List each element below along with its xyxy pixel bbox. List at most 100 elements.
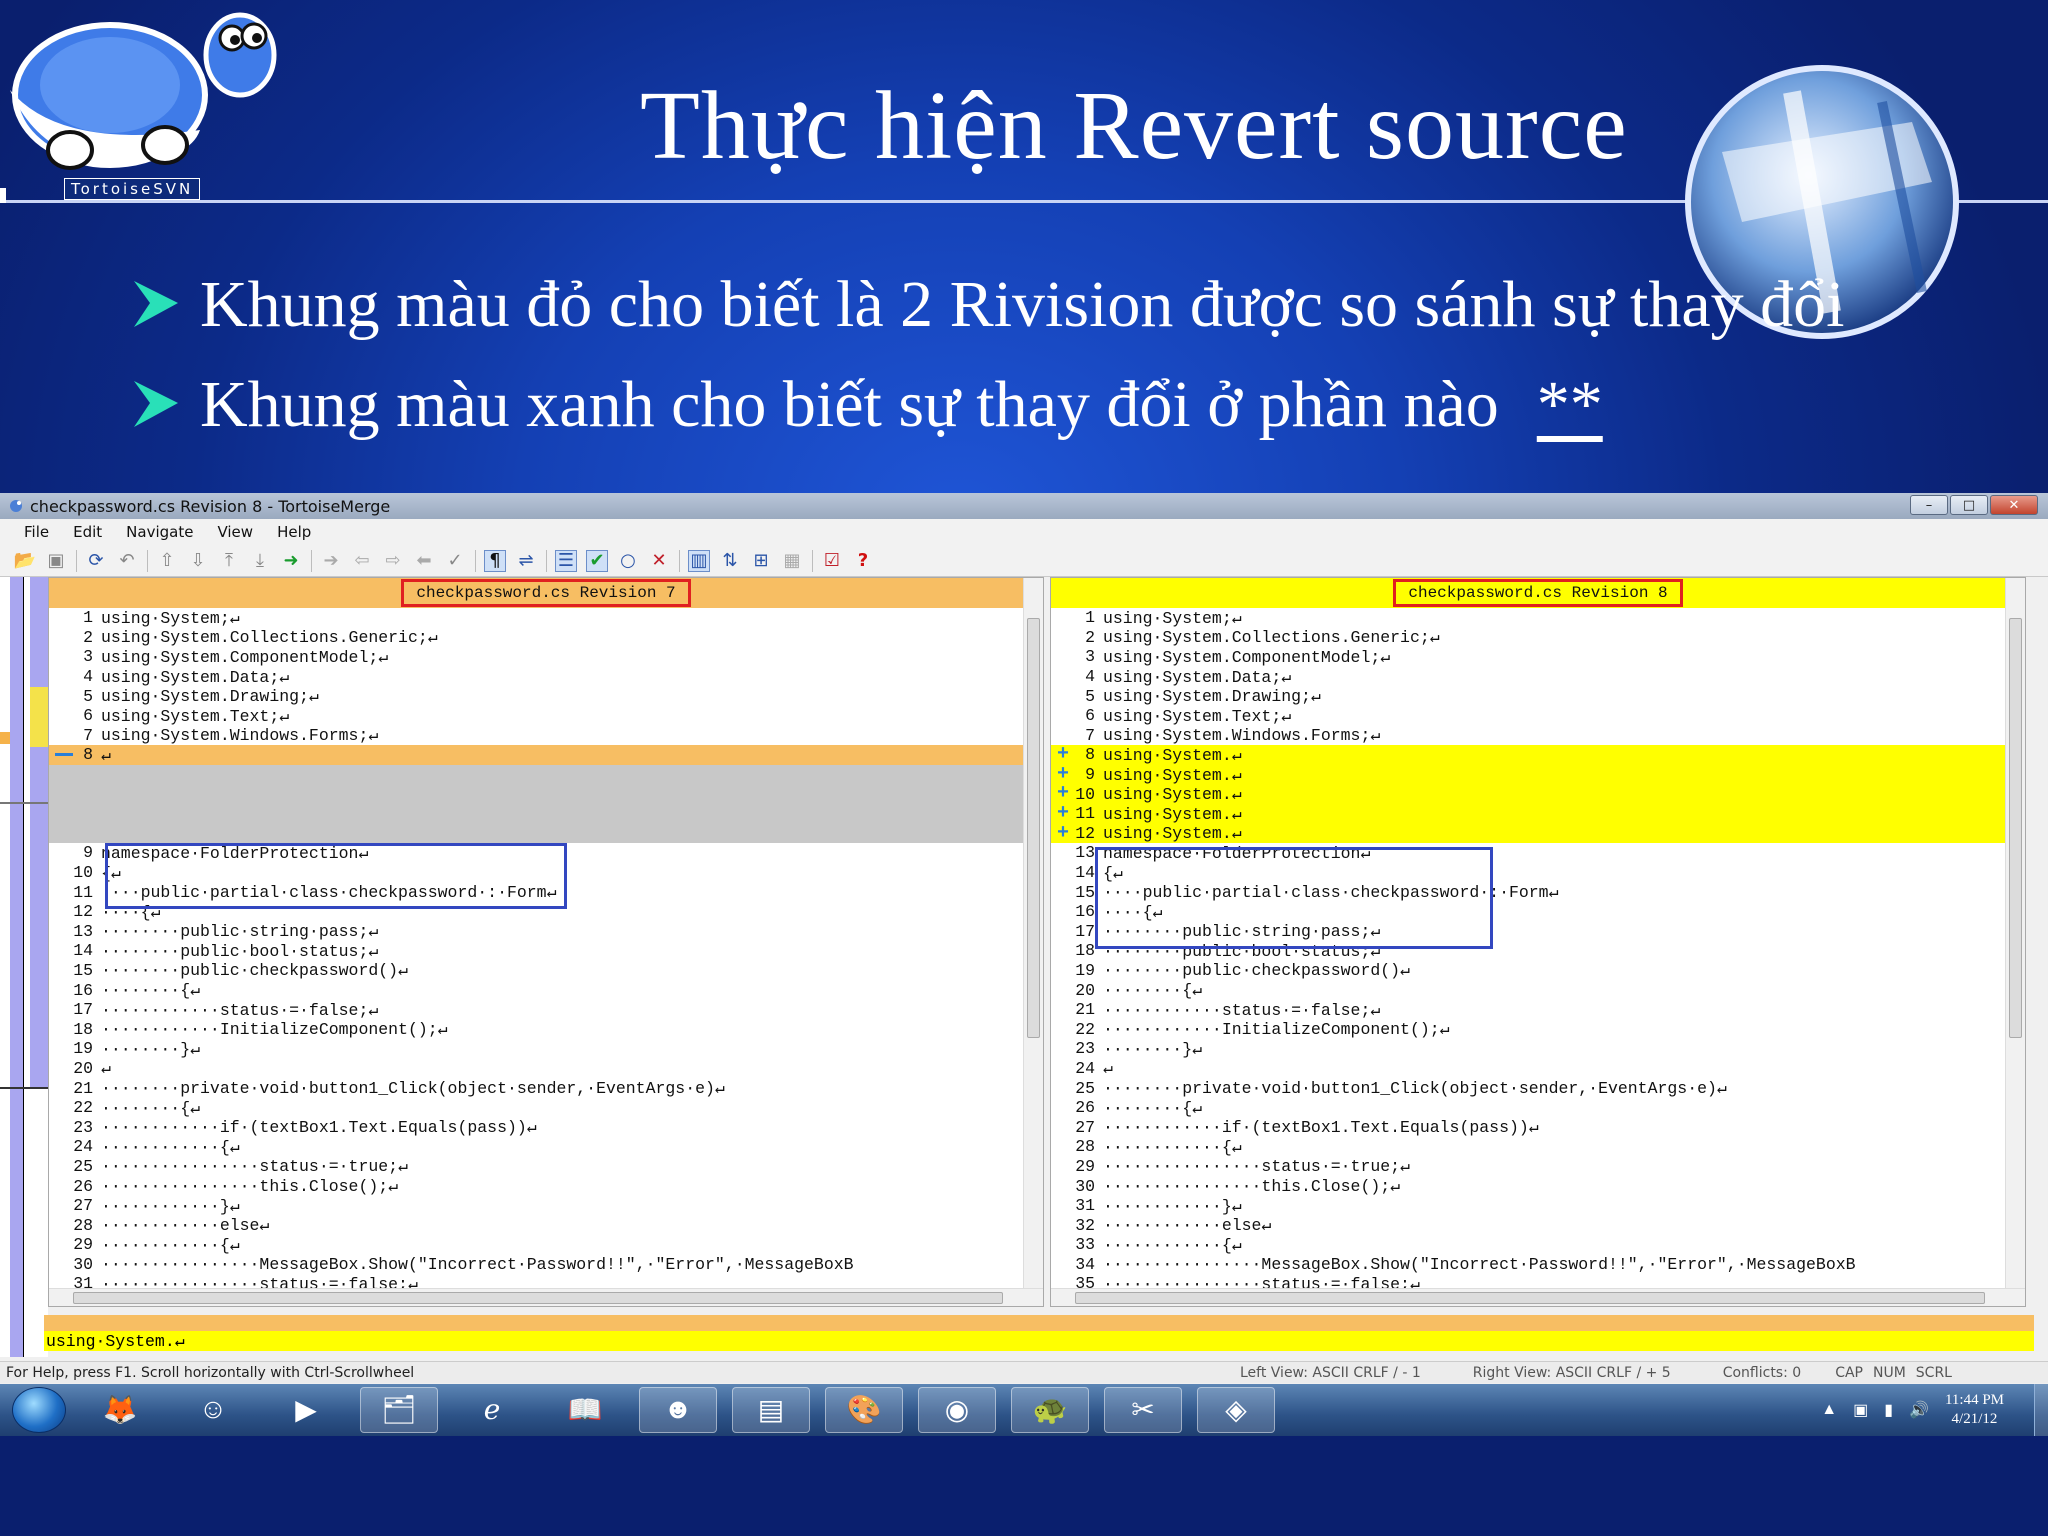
whitespace-icon[interactable]: ¶ (484, 549, 506, 572)
wrap-icon[interactable]: ⇌ (515, 550, 537, 572)
next-change-icon[interactable]: ⬅ (413, 550, 435, 572)
code-line[interactable]: 5 using·System.Drawing;↵ (49, 686, 1043, 707)
swap-icon[interactable]: ⇅ (719, 550, 741, 572)
code-line[interactable]: 8 ↵ (49, 745, 1043, 765)
code-line[interactable] (49, 764, 1043, 785)
code-line[interactable] (49, 823, 1043, 844)
snipping-icon[interactable]: ✂ (1104, 1387, 1182, 1433)
code-line[interactable]: 28 ············{↵ (1051, 1137, 2025, 1157)
last-diff-icon[interactable]: ⤓ (249, 550, 271, 572)
one-pane-icon[interactable]: ☰ (555, 549, 577, 572)
code-line[interactable]: 6 using·System.Text;↵ (49, 706, 1043, 726)
code-line[interactable]: 27 ············if·(textBox1.Text.Equals(p… (1051, 1117, 2025, 1138)
next-conflict-icon[interactable]: ➜ (280, 550, 302, 572)
code-line[interactable]: 7 using·System.Windows.Forms;↵ (49, 726, 1043, 746)
code-line[interactable] (49, 803, 1043, 824)
menu-navigate[interactable]: Navigate (126, 523, 193, 541)
powerpoint-icon[interactable]: ▤ (732, 1387, 810, 1433)
media-player-icon[interactable]: ▶ (267, 1387, 345, 1433)
yahoo-icon[interactable]: ☻ (639, 1387, 717, 1433)
minimize-button[interactable]: – (1910, 495, 1948, 515)
code-line[interactable]: 23 ············if·(textBox1.Text.Equals(p… (49, 1117, 1043, 1138)
two-pane-icon[interactable]: ▥ (688, 549, 710, 572)
code-line[interactable]: 1 using·System;↵ (49, 608, 1043, 628)
code-line[interactable]: 29 ············{↵ (49, 1235, 1043, 1255)
code-line[interactable]: 33 ············{↵ (1051, 1235, 2025, 1255)
code-line[interactable]: 11 using·System.↵ + (1051, 803, 2025, 824)
close-button[interactable]: ✕ (1990, 495, 2038, 515)
reader-icon[interactable]: 📖 (546, 1387, 624, 1433)
tortoisemerge-icon[interactable]: ◈ (1197, 1387, 1275, 1433)
code-line[interactable]: 26 ················this.Close();↵ (49, 1176, 1043, 1197)
code-line[interactable]: 22 ············InitializeComponent();↵ (1051, 1019, 2025, 1040)
code-line[interactable]: 25 ········private·void·button1_Click(obj… (1051, 1078, 2025, 1099)
code-line[interactable]: 4 using·System.Data;↵ (49, 667, 1043, 687)
menu-help[interactable]: Help (277, 523, 311, 541)
settings-icon[interactable]: ⊞ (750, 550, 772, 572)
code-line[interactable]: 4 using·System.Data;↵ (1051, 667, 2025, 687)
code-line[interactable]: 1 using·System;↵ (1051, 608, 2025, 628)
right-horizontal-scrollbar[interactable] (1051, 1288, 2025, 1306)
code-line[interactable]: 12 using·System.↵ + (1051, 823, 2025, 843)
left-diff-pane[interactable]: checkpassword.cs Revision 7 1 using·Syste… (48, 577, 1044, 1307)
internet-explorer-icon[interactable]: ℯ (453, 1387, 531, 1433)
code-line[interactable]: 9 using·System.↵ + (1051, 764, 2025, 785)
file-explorer-icon[interactable]: 🗂 (360, 1387, 438, 1433)
code-line[interactable]: 34 ················MessageBox.Show("Incor… (1051, 1255, 2025, 1275)
clock[interactable]: 11:44 PM 4/21/12 (1945, 1391, 2004, 1429)
location-bar[interactable] (0, 577, 48, 1357)
code-line[interactable]: 19 ········public·checkpassword()↵ (1051, 961, 2025, 981)
code-line[interactable]: 2 using·System.Collections.Generic;↵ (1051, 628, 2025, 648)
menu-view[interactable]: View (217, 523, 253, 541)
prev-change-icon[interactable]: ⇨ (382, 550, 404, 572)
code-line[interactable]: 26 ········{↵ (1051, 1098, 2025, 1118)
tortoise-icon[interactable]: 🐢 (1011, 1387, 1089, 1433)
right-vertical-scrollbar[interactable] (2005, 578, 2025, 1306)
close-x-icon[interactable]: ✕ (648, 550, 670, 572)
code-line[interactable]: 27 ············}↵ (49, 1196, 1043, 1216)
check-icon[interactable]: ☑ (821, 550, 843, 572)
right-code-view[interactable]: 1 using·System;↵ 2 using·System.Collections… (1051, 608, 2025, 1294)
firefox-icon[interactable]: 🦊 (81, 1387, 159, 1433)
code-line[interactable]: 21 ········private·void·button1_Click(obj… (49, 1078, 1043, 1099)
code-line[interactable]: 24 ↵ (1051, 1059, 2025, 1079)
window-titlebar[interactable]: checkpassword.cs Revision 8 - TortoiseMe… (0, 493, 2048, 519)
left-vertical-scrollbar[interactable] (1023, 578, 1043, 1306)
code-line[interactable]: 20 ········{↵ (1051, 980, 2025, 1001)
stop-icon[interactable]: ▦ (781, 550, 803, 572)
next-diff-icon[interactable]: ⇩ (187, 550, 209, 572)
code-line[interactable]: 5 using·System.Drawing;↵ (1051, 686, 2025, 707)
code-line[interactable]: 20 ↵ (49, 1059, 1043, 1079)
code-line[interactable]: 7 using·System.Windows.Forms;↵ (1051, 726, 2025, 746)
left-horizontal-scrollbar[interactable] (49, 1288, 1043, 1306)
circle-icon[interactable]: ○ (617, 550, 639, 572)
left-code-view[interactable]: 1 using·System;↵ 2 using·System.Collections… (49, 608, 1043, 1294)
tray-expand-icon[interactable]: ▲ (1821, 1401, 1837, 1419)
paint-icon[interactable]: 🎨 (825, 1387, 903, 1433)
code-line[interactable]: 8 using·System.↵ + (1051, 745, 2025, 765)
code-line[interactable]: 6 using·System.Text;↵ (1051, 706, 2025, 726)
right-diff-pane[interactable]: checkpassword.cs Revision 8 1 using·Syste… (1050, 577, 2026, 1307)
volume-icon[interactable]: 🔊 (1909, 1400, 1929, 1420)
code-line[interactable]: 14 ········public·bool·status;↵ (49, 941, 1043, 961)
help-icon[interactable]: ? (852, 550, 874, 572)
undo-icon[interactable]: ↶ (116, 550, 138, 572)
mark-resolved-icon[interactable]: ✔ (586, 549, 608, 572)
code-line[interactable]: 31 ············}↵ (1051, 1196, 2025, 1216)
menu-file[interactable]: File (24, 523, 49, 541)
menu-edit[interactable]: Edit (73, 523, 102, 541)
code-line[interactable]: 3 using·System.ComponentModel;↵ (1051, 647, 2025, 667)
code-line[interactable]: 10 using·System.↵ + (1051, 784, 2025, 804)
start-button[interactable] (12, 1387, 66, 1433)
code-line[interactable]: 32 ············else↵ (1051, 1215, 2025, 1236)
maximize-button[interactable]: □ (1950, 495, 1988, 515)
first-diff-icon[interactable]: ⤒ (218, 550, 240, 572)
power-icon[interactable]: ▮ (1884, 1400, 1893, 1420)
prev-diff-icon[interactable]: ⇧ (156, 550, 178, 572)
reload-icon[interactable]: ⟳ (85, 550, 107, 572)
code-line[interactable]: 13 ········public·string·pass;↵ (49, 922, 1043, 942)
code-line[interactable] (49, 784, 1043, 804)
next-inline-icon[interactable]: ⇦ (351, 550, 373, 572)
chrome-icon[interactable]: ◉ (918, 1387, 996, 1433)
prev-inline-icon[interactable]: ➔ (320, 550, 342, 572)
